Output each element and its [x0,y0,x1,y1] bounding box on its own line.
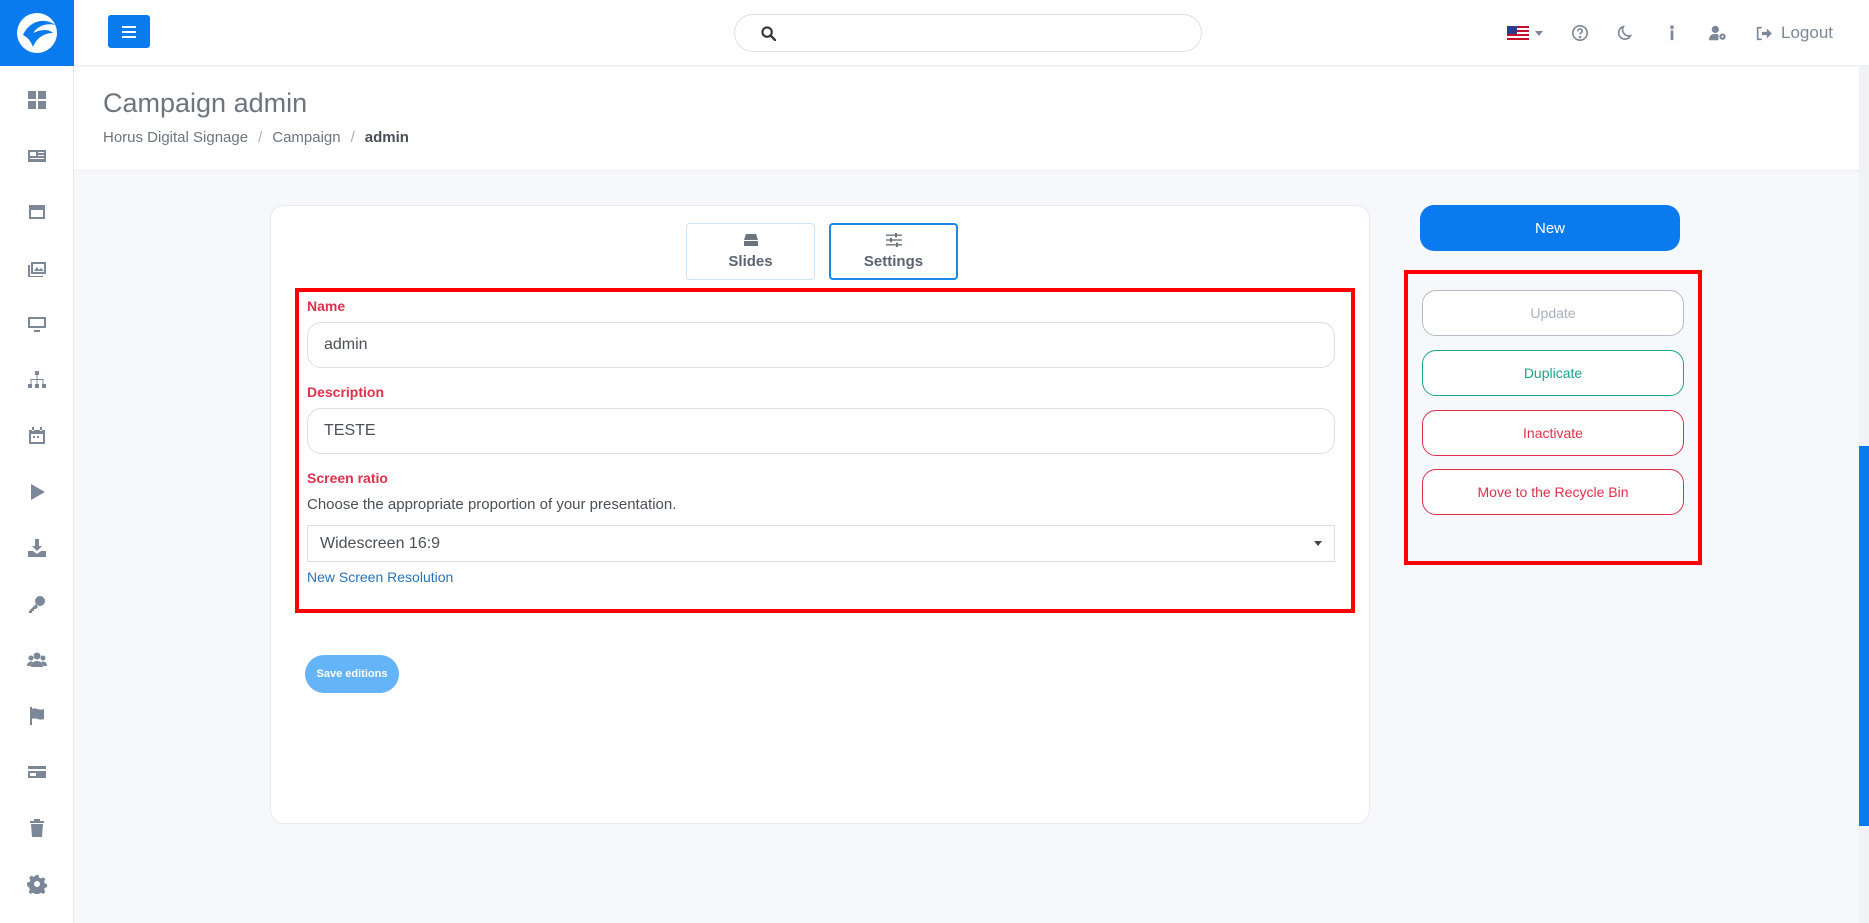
search-box[interactable] [734,14,1202,52]
campaign-settings-card: Slides Settings Name Description Screen … [270,205,1370,824]
download-icon [27,539,46,557]
tab-settings[interactable]: Settings [829,223,958,280]
play-icon [30,484,45,500]
question-circle-icon [1571,24,1589,42]
breadcrumb: Horus Digital Signage / Campaign / admin [103,129,409,146]
screen-ratio-hint: Choose the appropriate proportion of you… [307,496,677,513]
breadcrumb-separator: / [350,129,355,146]
stack-icon [743,234,758,246]
sidebar-item-flags[interactable] [0,688,74,744]
sign-out-icon [1756,26,1772,40]
search-icon [761,25,776,41]
scrollbar-thumb[interactable] [1859,446,1869,826]
duplicate-button[interactable]: Duplicate [1422,350,1684,396]
sidebar-item-dashboard[interactable] [0,72,74,128]
chevron-down-icon [1535,30,1543,36]
new-screen-resolution-link[interactable]: New Screen Resolution [307,569,453,585]
screen-ratio-value: Widescreen 16:9 [320,534,441,552]
actions-highlight: Update Duplicate Inactivate Move to the … [1404,270,1702,565]
screen-ratio-label: Screen ratio [307,470,388,486]
sidebar-item-play[interactable] [0,464,74,520]
sidebar-item-news[interactable] [0,128,74,184]
help-button[interactable] [1571,24,1589,42]
sidebar [0,0,74,923]
hamburger-icon [122,25,136,38]
inactivate-button[interactable]: Inactivate [1422,410,1684,456]
newspaper-icon [27,150,46,162]
info-button[interactable] [1663,24,1681,42]
menu-toggle-button[interactable] [108,15,150,48]
description-label: Description [307,384,385,400]
tab-slides[interactable]: Slides [686,223,815,280]
flag-icon [29,707,44,725]
screen-ratio-select[interactable]: Widescreen 16:9 [307,525,1335,562]
name-field-group: Name [307,298,1343,368]
name-input[interactable] [307,322,1335,368]
credit-card-icon [27,766,46,778]
description-field-group: Description [307,384,1343,454]
user-gear-icon [1709,25,1726,41]
settings-form-highlight: Name Description Screen ratio Choose the… [295,288,1355,613]
tab-settings-label: Settings [863,253,924,270]
info-icon [1670,25,1674,41]
monitor-icon [27,317,46,332]
screen-ratio-field-group: Screen ratio Choose the appropriate prop… [307,470,1343,587]
logout-button[interactable]: Logout [1755,23,1833,43]
sidebar-item-users[interactable] [0,632,74,688]
breadcrumb-separator: / [258,129,263,146]
sidebar-item-groups[interactable] [0,352,74,408]
save-editions-button[interactable]: Save editions [305,655,399,693]
tab-slides-label: Slides [728,253,773,270]
tab-bar: Slides Settings [686,223,958,280]
moon-icon [1617,25,1633,40]
page-header: Campaign admin Horus Digital Signage / C… [74,67,1859,171]
calendar-icon [28,427,45,444]
key-icon [28,596,45,613]
top-header: Logout [74,0,1869,66]
update-button[interactable]: Update [1422,290,1684,336]
sidebar-item-media[interactable] [0,240,74,296]
gear-icon [26,875,47,894]
users-icon [26,652,47,667]
dark-mode-toggle[interactable] [1617,24,1635,42]
sidebar-item-players[interactable] [0,296,74,352]
sitemap-icon [27,371,46,388]
name-label: Name [307,298,346,314]
sidebar-item-calendar[interactable] [0,408,74,464]
sliders-icon [885,233,902,247]
sidebar-item-settings[interactable] [0,856,74,912]
new-campaign-button[interactable]: New [1420,205,1680,251]
sidebar-item-downloads[interactable] [0,520,74,576]
images-icon [27,262,46,277]
sidebar-item-keys[interactable] [0,576,74,632]
user-settings-button[interactable] [1709,24,1727,42]
sidebar-item-slides[interactable] [0,184,74,240]
trash-icon [29,819,44,837]
breadcrumb-current: admin [364,129,409,146]
breadcrumb-campaign[interactable]: Campaign [272,129,340,146]
page-title: Campaign admin [103,88,308,118]
search-input[interactable] [776,24,1201,42]
dashboard-icon [27,91,46,109]
logout-label: Logout [1781,23,1833,42]
breadcrumb-home[interactable]: Horus Digital Signage [103,129,248,146]
description-input[interactable] [307,408,1335,454]
chevron-down-icon [1314,541,1322,546]
move-to-recycle-bin-button[interactable]: Move to the Recycle Bin [1422,469,1684,515]
window-icon [28,205,45,219]
sidebar-item-recycle-bin[interactable] [0,800,74,856]
language-selector[interactable] [1507,26,1543,40]
sidebar-item-payments[interactable] [0,744,74,800]
eagle-logo-icon [17,13,57,53]
app-logo[interactable] [0,0,74,66]
scrollbar-track[interactable] [1859,66,1869,923]
us-flag-icon [1507,26,1529,40]
